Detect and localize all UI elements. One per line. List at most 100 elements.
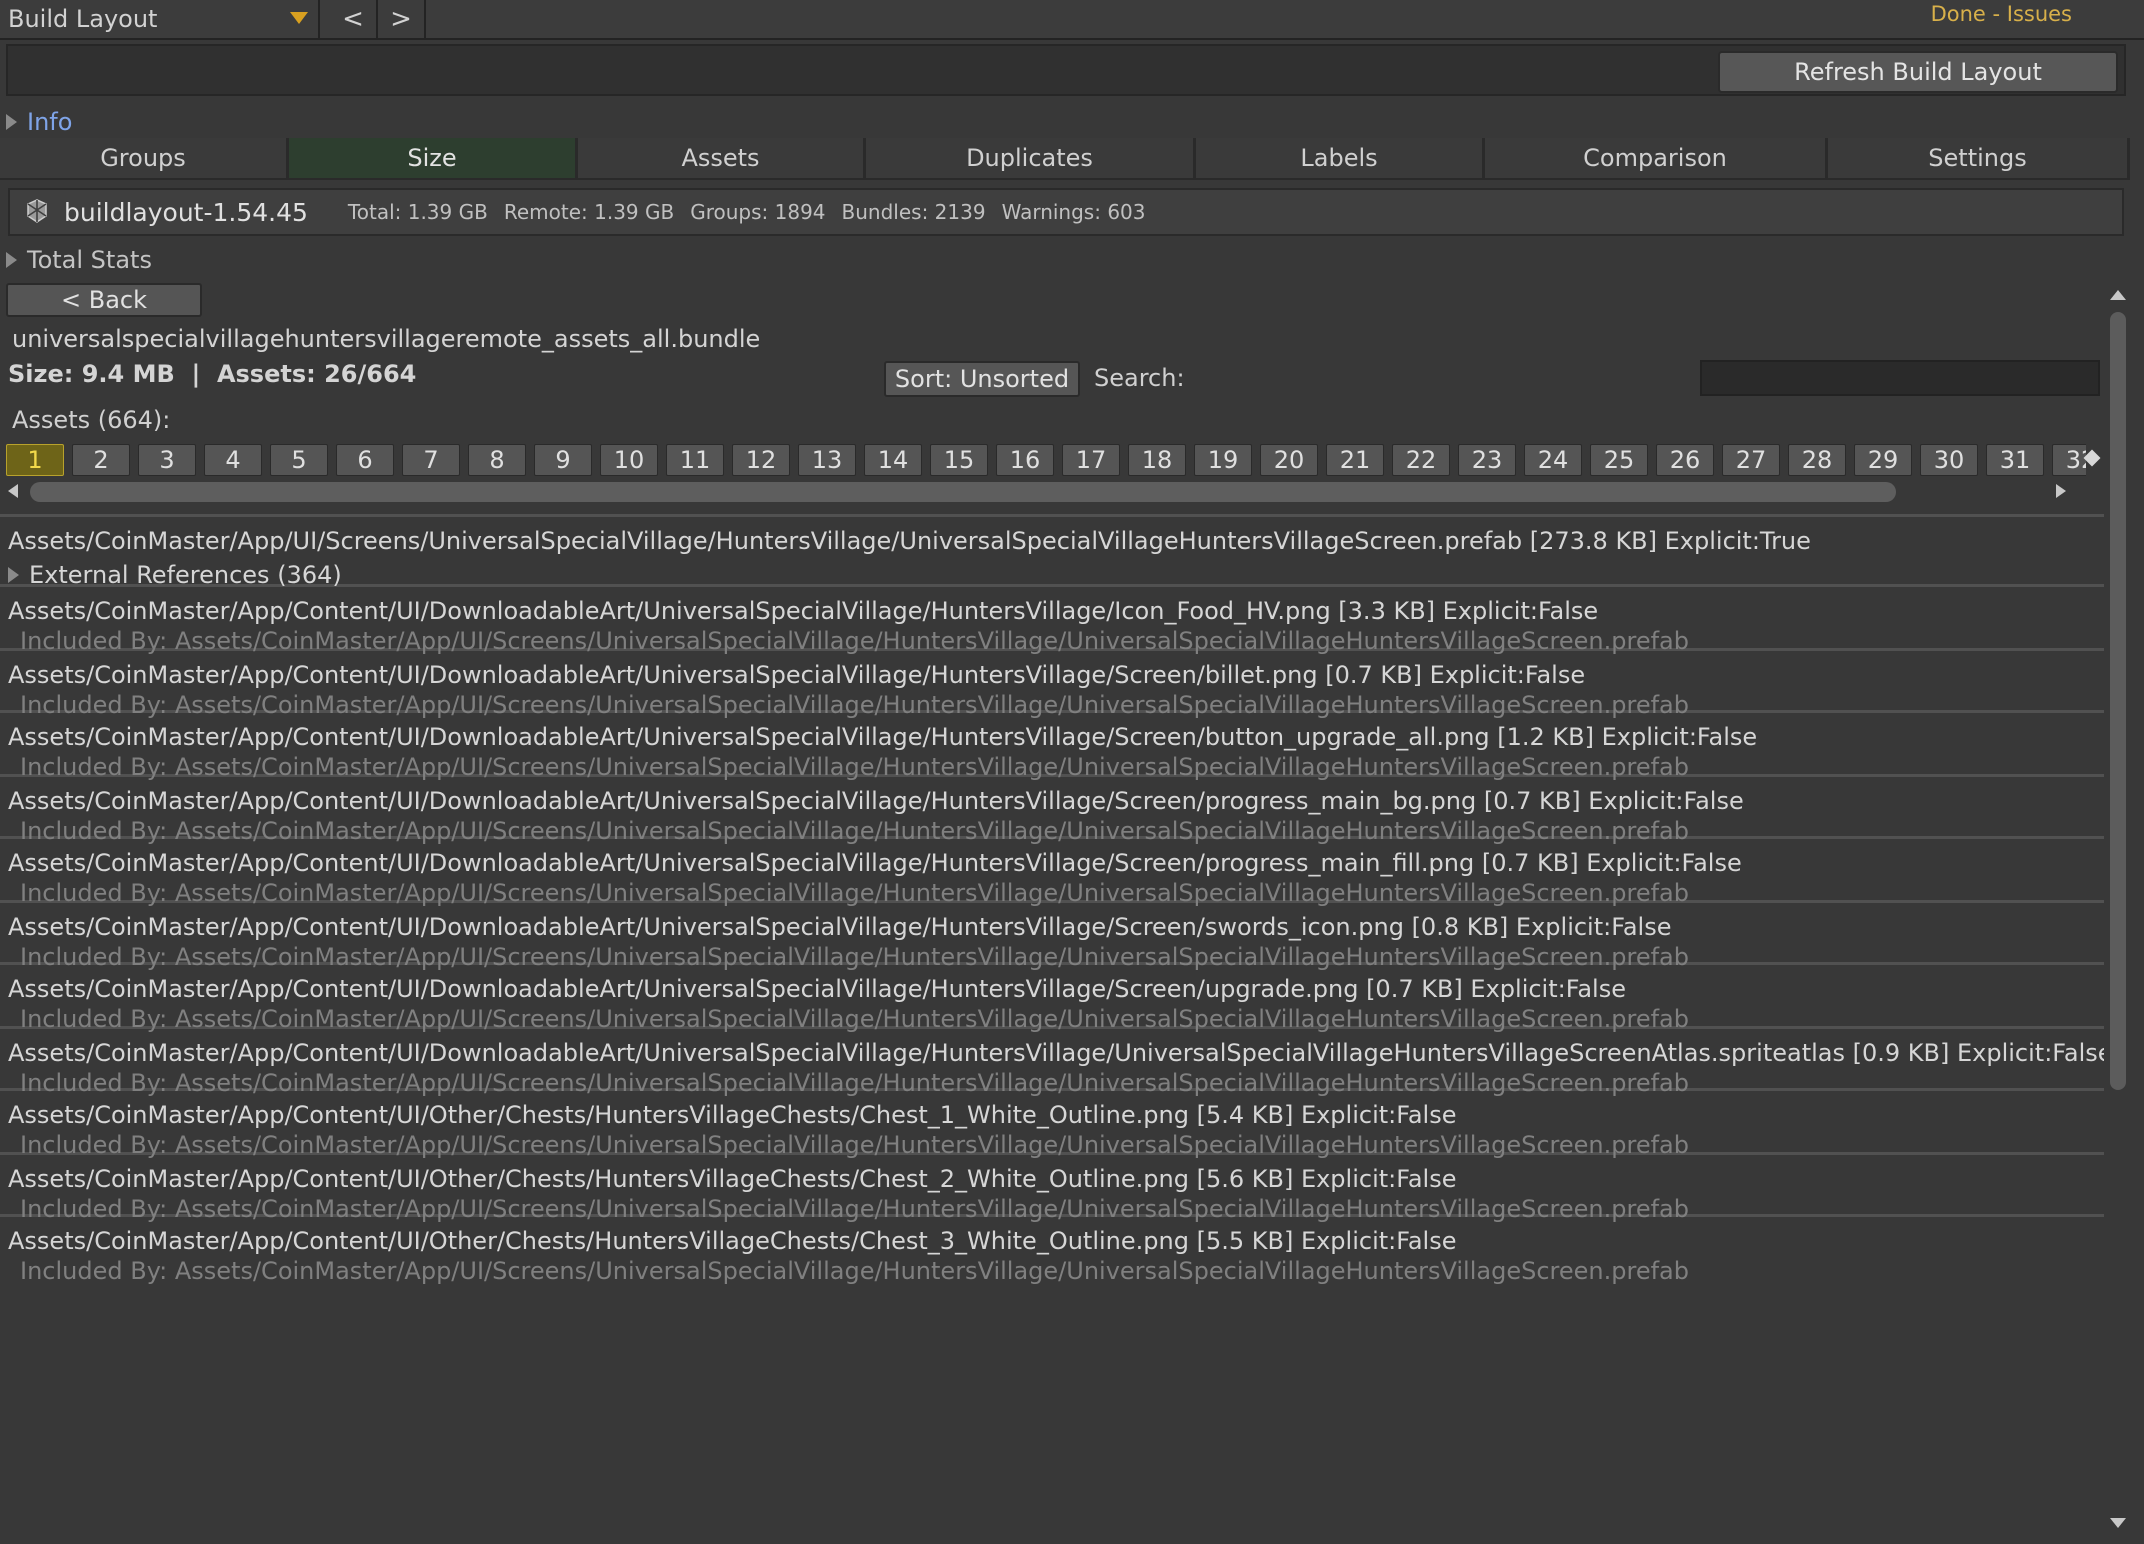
scroll-right-icon[interactable] xyxy=(2056,484,2066,498)
next-button[interactable]: > xyxy=(378,0,426,38)
tab-comparison[interactable]: Comparison xyxy=(1485,138,1828,180)
page-button[interactable]: 28 xyxy=(1788,444,1846,476)
page-button[interactable]: 1 xyxy=(6,444,64,476)
asset-path: Assets/CoinMaster/App/Content/UI/Downloa… xyxy=(8,787,1744,815)
list-item[interactable]: Assets/CoinMaster/App/Content/UI/Downloa… xyxy=(0,900,2104,971)
asset-path: Assets/CoinMaster/App/Content/UI/Other/C… xyxy=(8,1165,1457,1193)
sort-button[interactable]: Sort: Unsorted xyxy=(884,361,1080,397)
page-button[interactable]: 27 xyxy=(1722,444,1780,476)
foldout-arrow-icon xyxy=(6,252,17,268)
page-button[interactable]: 17 xyxy=(1062,444,1120,476)
total-stats-label: Total Stats xyxy=(27,246,152,274)
list-item[interactable]: Assets/CoinMaster/App/Content/UI/Downloa… xyxy=(0,584,2104,655)
status-text: Done - Issues xyxy=(1930,2,2072,26)
list-item[interactable]: Assets/CoinMaster/App/Content/UI/Downloa… xyxy=(0,774,2104,845)
page-button[interactable]: 7 xyxy=(402,444,460,476)
asset-path: Assets/CoinMaster/App/UI/Screens/Univers… xyxy=(8,527,1811,555)
page-button[interactable]: 3 xyxy=(138,444,196,476)
page-button[interactable]: 32 xyxy=(2052,444,2086,476)
back-button[interactable]: < Back xyxy=(6,283,202,317)
refresh-build-layout-button[interactable]: Refresh Build Layout xyxy=(1718,51,2118,93)
page-button[interactable]: 8 xyxy=(468,444,526,476)
page-button[interactable]: 19 xyxy=(1194,444,1252,476)
asset-path: Assets/CoinMaster/App/Content/UI/Downloa… xyxy=(8,723,1758,751)
tab-duplicates[interactable]: Duplicates xyxy=(866,138,1196,180)
bundle-name: universalspecialvillagehuntersvillagerem… xyxy=(12,325,761,353)
chevron-down-icon xyxy=(290,12,308,24)
page-button[interactable]: 10 xyxy=(600,444,658,476)
asset-path: Assets/CoinMaster/App/Content/UI/Downloa… xyxy=(8,661,1586,689)
assets-count-label: Assets (664): xyxy=(12,406,171,434)
page-button[interactable]: 21 xyxy=(1326,444,1384,476)
external-references-label: External References (364) xyxy=(29,561,342,589)
horizontal-scrollbar[interactable] xyxy=(30,482,1896,502)
toolbar xyxy=(0,0,2144,40)
groups-count: Groups: 1894 xyxy=(690,200,826,224)
prev-button[interactable]: < xyxy=(330,0,378,38)
list-item[interactable]: Assets/CoinMaster/App/Content/UI/Downloa… xyxy=(0,1026,2104,1097)
tab-assets[interactable]: Assets xyxy=(578,138,866,180)
list-item[interactable]: Assets/CoinMaster/App/Content/UI/Downloa… xyxy=(0,648,2104,719)
page-button[interactable]: 29 xyxy=(1854,444,1912,476)
page-button[interactable]: 12 xyxy=(732,444,790,476)
page-button[interactable]: 6 xyxy=(336,444,394,476)
list-item[interactable]: Assets/CoinMaster/App/Content/UI/Other/C… xyxy=(0,1152,2104,1223)
page-button[interactable]: 5 xyxy=(270,444,328,476)
page-button[interactable]: 9 xyxy=(534,444,592,476)
page-button[interactable]: 23 xyxy=(1458,444,1516,476)
unity-file-icon xyxy=(24,198,50,226)
page-button[interactable]: 22 xyxy=(1392,444,1450,476)
asset-path: Assets/CoinMaster/App/Content/UI/Other/C… xyxy=(8,1101,1457,1129)
tab-settings[interactable]: Settings xyxy=(1828,138,2130,180)
page-button[interactable]: 16 xyxy=(996,444,1054,476)
tab-bar: Groups Size Assets Duplicates Labels Com… xyxy=(0,138,2130,180)
scroll-down-icon[interactable] xyxy=(2110,1518,2126,1528)
asset-path: Assets/CoinMaster/App/Content/UI/Downloa… xyxy=(8,913,1672,941)
total-size: Total: 1.39 GB xyxy=(347,200,488,224)
page-button[interactable]: 4 xyxy=(204,444,262,476)
warnings-count: Warnings: 603 xyxy=(1001,200,1146,224)
total-stats-foldout[interactable]: Total Stats xyxy=(6,246,152,274)
remote-size: Remote: 1.39 GB xyxy=(503,200,675,224)
tab-groups[interactable]: Groups xyxy=(0,138,289,180)
vertical-scrollbar[interactable] xyxy=(2110,312,2126,1090)
page-button[interactable]: 14 xyxy=(864,444,922,476)
layout-dropdown[interactable]: Build Layout xyxy=(0,0,320,38)
build-file-name: buildlayout-1.54.45 xyxy=(64,197,308,227)
build-file-header: buildlayout-1.54.45 Total: 1.39 GB Remot… xyxy=(8,188,2124,236)
page-button[interactable]: 15 xyxy=(930,444,988,476)
asset-path: Assets/CoinMaster/App/Content/UI/Other/C… xyxy=(8,1227,1457,1255)
page-button[interactable]: 2 xyxy=(72,444,130,476)
tab-labels[interactable]: Labels xyxy=(1196,138,1485,180)
page-button[interactable]: 11 xyxy=(666,444,724,476)
asset-path: Assets/CoinMaster/App/Content/UI/Downloa… xyxy=(8,1039,2104,1067)
tab-size[interactable]: Size xyxy=(289,138,578,180)
list-item[interactable]: Assets/CoinMaster/App/UI/Screens/Univers… xyxy=(0,514,2104,589)
resize-handle-icon[interactable] xyxy=(2083,449,2101,467)
info-foldout[interactable]: Info xyxy=(6,108,72,136)
page-button[interactable]: 30 xyxy=(1920,444,1978,476)
search-label: Search: xyxy=(1094,364,1185,392)
scroll-left-icon[interactable] xyxy=(8,484,18,498)
foldout-arrow-icon xyxy=(8,567,19,583)
page-selector: 1 2 3 4 5 6 7 8 9 10 11 12 13 14 15 16 17 18 19 20 21 22 23 24 2… xyxy=(6,444,2086,480)
asset-list: Assets/CoinMaster/App/UI/Screens/Univers… xyxy=(0,514,2104,1544)
page-button[interactable]: 20 xyxy=(1260,444,1318,476)
page-button[interactable]: 18 xyxy=(1128,444,1186,476)
asset-path: Assets/CoinMaster/App/Content/UI/Downloa… xyxy=(8,597,1599,625)
page-button[interactable]: 26 xyxy=(1656,444,1714,476)
foldout-arrow-icon xyxy=(6,114,17,130)
asset-path: Assets/CoinMaster/App/Content/UI/Downloa… xyxy=(8,849,1742,877)
included-by: Included By: Assets/CoinMaster/App/UI/Sc… xyxy=(20,1257,1689,1285)
search-input[interactable] xyxy=(1700,360,2100,396)
page-button[interactable]: 25 xyxy=(1590,444,1648,476)
asset-path: Assets/CoinMaster/App/Content/UI/Downloa… xyxy=(8,975,1626,1003)
info-label: Info xyxy=(27,108,73,136)
bundle-size-summary: Size: 9.4 MB | Assets: 26/664 xyxy=(8,360,417,388)
layout-dropdown-label: Build Layout xyxy=(8,5,158,33)
bundles-count: Bundles: 2139 xyxy=(841,200,986,224)
page-button[interactable]: 31 xyxy=(1986,444,2044,476)
page-button[interactable]: 13 xyxy=(798,444,856,476)
scroll-up-icon[interactable] xyxy=(2110,290,2126,300)
page-button[interactable]: 24 xyxy=(1524,444,1582,476)
